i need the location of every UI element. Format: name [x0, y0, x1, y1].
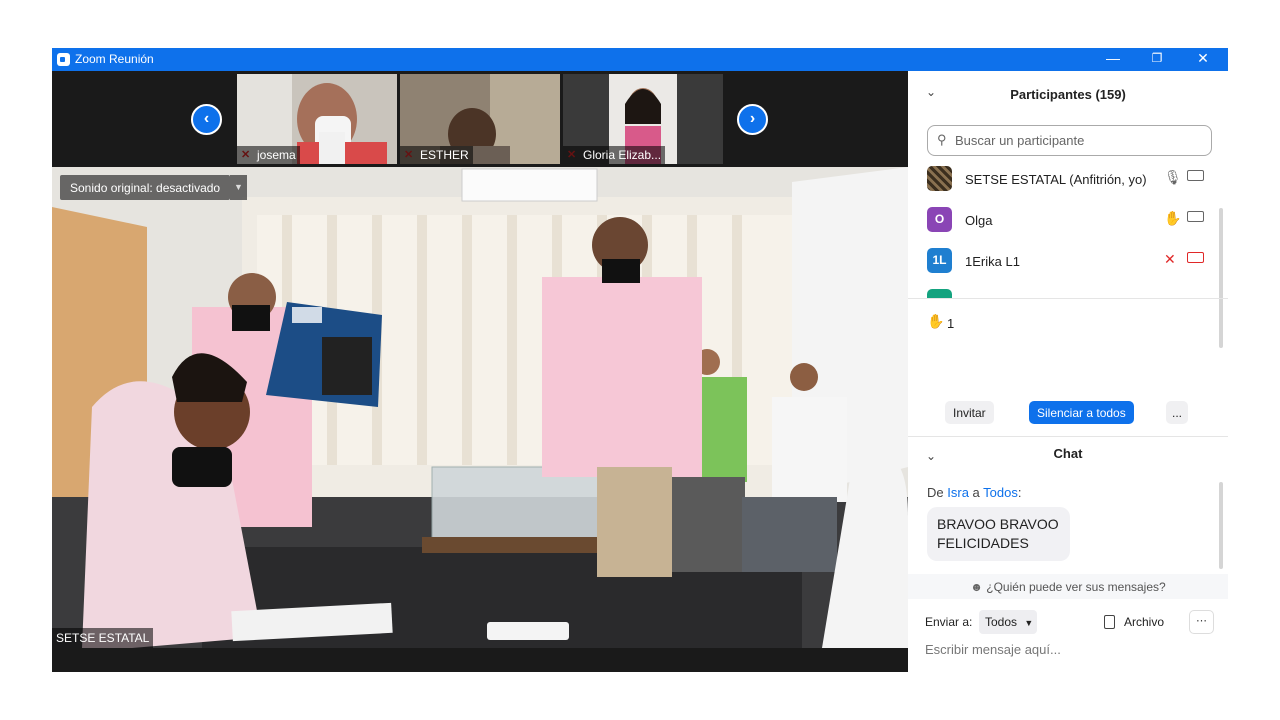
thumbnail-video[interactable]: ✕ ESTHER: [400, 74, 560, 164]
send-to-label: Enviar a:: [925, 615, 973, 629]
from-prefix: De: [927, 485, 944, 500]
thumbnail-video[interactable]: ✕ josema: [237, 74, 397, 164]
participant-search-input[interactable]: ⚲ Buscar un participante: [927, 125, 1212, 156]
thumbnail-name: josema: [237, 146, 300, 164]
file-label: Archivo: [1124, 615, 1165, 629]
chevron-down-icon: ▼: [1024, 618, 1034, 628]
video-camera-icon[interactable]: [1187, 211, 1204, 222]
raised-hand-icon: ✋: [1164, 210, 1182, 226]
participants-title: Participantes (159): [1010, 87, 1126, 102]
original-sound-toggle[interactable]: Sonido original: desactivado: [60, 175, 231, 200]
participant-name: Olga: [965, 213, 993, 228]
participant-scrollbar[interactable]: [1219, 208, 1223, 348]
thumbnail-strip: ‹ ✕ josema: [52, 71, 908, 167]
video-bottom-band: [52, 648, 908, 672]
sound-dropdown-chevron-icon[interactable]: ▼: [230, 175, 247, 200]
file-button[interactable]: Archivo: [1104, 615, 1164, 629]
active-speaker-name: SETSE ESTATAL: [52, 628, 154, 648]
divider: [908, 298, 1228, 299]
microphone-icon[interactable]: 🎙: [1164, 169, 1182, 186]
thumbnail-video[interactable]: ✕ Gloria Elizab...: [563, 74, 723, 164]
file-icon: [1104, 615, 1115, 629]
prev-page-button[interactable]: ‹: [191, 104, 222, 135]
avatar: O: [927, 207, 952, 232]
more-chat-options-button[interactable]: ⋯: [1189, 610, 1214, 634]
chat-message-bubble: BRAVOO BRAVOO FELICIDADES: [927, 507, 1070, 561]
title-bar: Zoom Reunión — ❐ ✕: [52, 48, 1228, 71]
main-video: Sonido original: desactivado ▼ SETSE EST…: [52, 167, 908, 648]
close-button[interactable]: ✕: [1180, 48, 1226, 71]
video-camera-icon[interactable]: [1187, 170, 1204, 181]
minimize-button[interactable]: —: [1090, 48, 1136, 71]
to-word: a: [972, 485, 980, 500]
zoom-window: Zoom Reunión — ❐ ✕ ‹ ✕ josema: [52, 48, 1228, 672]
recipient-dropdown-value: Todos: [985, 615, 1018, 629]
chat-scrollbar[interactable]: [1219, 482, 1223, 569]
video-off-icon[interactable]: [1187, 252, 1204, 263]
muted-mic-icon[interactable]: ✕: [1164, 251, 1176, 268]
participant-name: SETSE ESTATAL (Anfitrión, yo): [965, 172, 1147, 187]
thumbnail-name: Gloria Elizab...: [563, 146, 666, 164]
person-lock-icon: ☻: [970, 580, 983, 594]
avatar: 1L: [927, 248, 952, 273]
participant-row[interactable]: 1L 1Erika L1 ✕: [908, 245, 1228, 286]
sender-name[interactable]: Isra: [947, 485, 969, 500]
search-placeholder: Buscar un participante: [955, 133, 1085, 148]
who-can-see-messages-link[interactable]: ☻ ¿Quién puede ver sus mensajes?: [908, 574, 1228, 599]
main-video-image: [52, 167, 908, 648]
who-can-see-label: ¿Quién puede ver sus mensajes?: [986, 580, 1166, 594]
chat-header-placeholder: [908, 391, 1228, 431]
chat-title: Chat: [1053, 446, 1083, 461]
video-area: ‹ ✕ josema: [52, 71, 908, 672]
recipient-dropdown[interactable]: Todos ▼: [979, 610, 1037, 634]
participant-row[interactable]: O Olga ✋: [908, 204, 1228, 245]
participant-row[interactable]: SETSE ESTATAL (Anfitrión, yo) 🎙: [908, 163, 1228, 204]
participants-header: ⌄ Participantes (159): [908, 73, 1228, 113]
recipient-name[interactable]: Todos: [983, 485, 1018, 500]
participant-list: SETSE ESTATAL (Anfitrión, yo) 🎙 O Olga ✋…: [908, 163, 1228, 298]
side-panel: ⌄ Participantes (159) ⚲ Buscar un partic…: [908, 71, 1228, 672]
search-icon: ⚲: [937, 132, 947, 147]
window-title: Zoom Reunión: [75, 52, 154, 66]
participant-name: 1Erika L1: [965, 254, 1020, 269]
avatar: [927, 166, 952, 191]
raised-hand-count: 1: [947, 316, 955, 331]
participant-row[interactable]: [908, 286, 1228, 298]
raised-hand-icon: ✋: [927, 313, 945, 329]
chat-message-input[interactable]: Escribir mensaje aquí...: [925, 642, 1061, 657]
restore-button[interactable]: ❐: [1134, 48, 1180, 71]
avatar: [927, 289, 952, 298]
next-page-button[interactable]: ›: [737, 104, 768, 135]
zoom-app-icon: [57, 53, 70, 66]
colon: :: [1017, 485, 1022, 500]
chat-message-header: De Isra a Todos:: [927, 485, 1022, 500]
thumbnail-name: ESTHER: [400, 146, 473, 164]
chat-header: ⌄ Chat: [908, 437, 1228, 477]
